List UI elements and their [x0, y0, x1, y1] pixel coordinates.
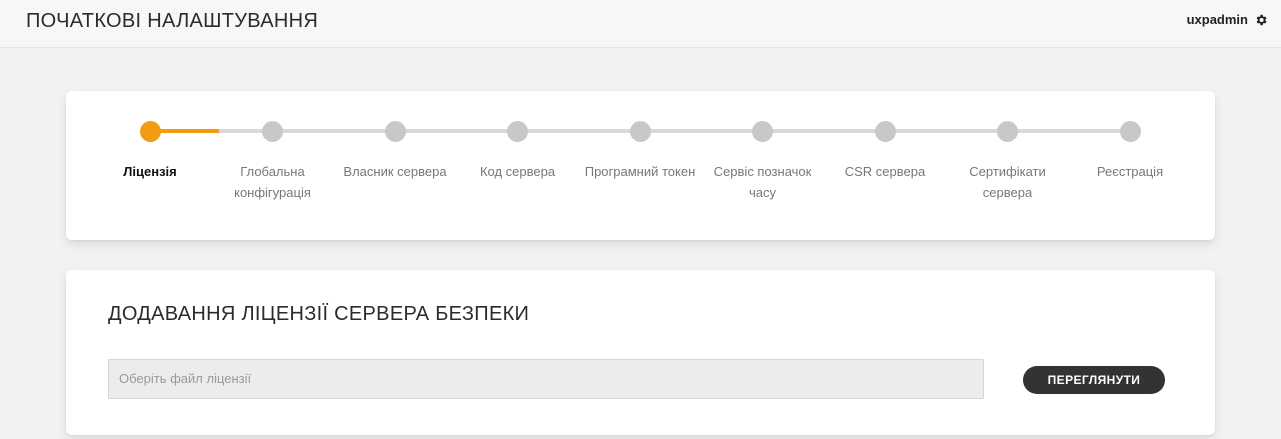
step-label: Глобальна конфігурація	[234, 164, 311, 200]
step-7: CSR сервера	[824, 91, 946, 240]
step-label: Власник сервера	[343, 164, 447, 179]
step-dot	[1119, 121, 1141, 142]
step-2: Глобальна конфігурація	[212, 91, 334, 240]
section-title: ДОДАВАННЯ ЛІЦЕНЗІЇ СЕРВЕРА БЕЗПЕКИ	[108, 303, 530, 325]
step-label: Сертифікати сервера	[969, 164, 1046, 200]
top-bar: ПОЧАТКОВІ НАЛАШТУВАННЯ uxpadmin	[0, 0, 1281, 48]
step-dot	[997, 121, 1018, 142]
user-menu[interactable]: uxpadmin	[1187, 12, 1268, 27]
step-label: Реєстрація	[1096, 164, 1164, 179]
step-label: Сервіс позначок часу	[713, 164, 812, 200]
username-label: uxpadmin	[1186, 12, 1248, 27]
step-9: Реєстрація	[1069, 91, 1191, 240]
step-6: Сервіс позначок часу	[702, 91, 824, 240]
gear-icon[interactable]	[1254, 13, 1268, 27]
step-dot	[384, 121, 406, 142]
step-3: Власник сервера	[334, 91, 456, 240]
license-file-input[interactable]: Оберіть файл ліцензії	[108, 359, 984, 399]
step-4: Код сервера	[457, 91, 579, 240]
step-label: Код сервера	[479, 164, 556, 179]
step-dot	[139, 121, 161, 142]
step-dot	[262, 121, 283, 142]
step-label: Програмний токен	[584, 164, 696, 179]
step-dot	[507, 121, 528, 142]
step-label: Ліцензія	[123, 164, 177, 179]
page-title: ПОЧАТКОВІ НАЛАШТУВАННЯ	[26, 10, 319, 32]
step-8: Сертифікати сервера	[947, 91, 1069, 240]
step-dot	[629, 121, 651, 142]
step-dot	[874, 121, 896, 142]
step-1: Ліцензія	[89, 91, 211, 240]
license-file-placeholder: Оберіть файл ліцензії	[119, 371, 252, 386]
wizard-stepper: Ліцензія Глобальна конфігурація Власник се…	[66, 91, 1215, 240]
step-5: Програмний токен	[579, 91, 701, 240]
step-label: CSR сервера	[844, 164, 926, 179]
step-dot	[752, 121, 773, 142]
browse-button[interactable]: ПЕРЕГЛЯНУТИ	[1023, 366, 1165, 394]
license-upload-card: ДОДАВАННЯ ЛІЦЕНЗІЇ СЕРВЕРА БЕЗПЕКИ Обері…	[66, 270, 1215, 435]
